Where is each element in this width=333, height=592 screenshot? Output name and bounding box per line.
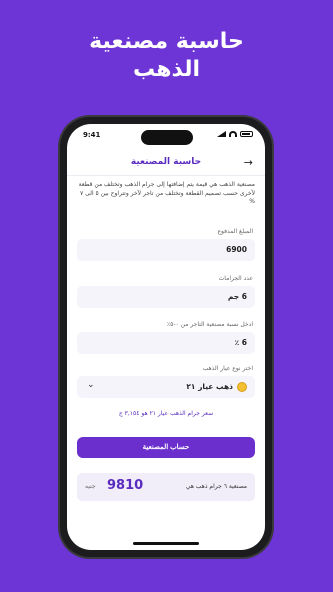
app-bar: حاسبة المصنعية → bbox=[67, 154, 265, 174]
result-unit: جنيه bbox=[85, 483, 96, 490]
page-title: حاسبة المصنعية bbox=[130, 157, 202, 167]
status-icons bbox=[217, 131, 253, 137]
back-arrow-icon[interactable]: → bbox=[244, 157, 253, 169]
status-bar: 9:41 bbox=[67, 124, 265, 146]
signal-icon bbox=[217, 131, 226, 137]
amount-label: المبلغ المدفوع bbox=[217, 228, 253, 235]
margin-field[interactable]: 6 ٪ bbox=[77, 332, 255, 354]
margin-value: 6 ٪ bbox=[234, 338, 247, 347]
margin-label: ادخل نسبة مصنعية التاجر من ٠-٥٪ bbox=[166, 321, 253, 328]
result-label: مصنعية ٦ جرام ذهب هي bbox=[185, 483, 247, 490]
result-box: مصنعية ٦ جرام ذهب هي 9810 جنيه bbox=[77, 473, 255, 501]
wifi-icon bbox=[229, 131, 237, 137]
grams-field[interactable]: 6 جم bbox=[77, 286, 255, 308]
karat-select[interactable]: ذهب عيار ٢١ ⌄ bbox=[77, 376, 255, 398]
promo-headline: حاسبة مصنعية الذهب bbox=[0, 28, 333, 84]
karat-value: ذهب عيار ٢١ bbox=[186, 382, 233, 391]
phone-frame: 9:41 حاسبة المصنعية → مصنعية الذهب هي قي… bbox=[60, 117, 272, 557]
dynamic-island bbox=[141, 130, 193, 145]
promo-headline-line2: الذهب bbox=[132, 57, 201, 82]
battery-icon bbox=[240, 131, 253, 137]
calculate-button[interactable]: حساب المصنعية bbox=[77, 437, 255, 458]
karat-label: اختر نوع عيار الذهب bbox=[202, 365, 253, 372]
description-text: مصنعية الذهب هي قيمة يتم إضافتها إلى جرا… bbox=[78, 181, 255, 205]
promo-headline-line1: حاسبة مصنعية bbox=[89, 29, 244, 54]
result-value: 9810 bbox=[107, 478, 144, 493]
gold-coin-icon bbox=[237, 382, 247, 392]
amount-field[interactable]: 6900 bbox=[77, 239, 255, 261]
grams-label: عدد الجرامات bbox=[218, 275, 253, 282]
status-time: 9:41 bbox=[83, 131, 101, 139]
home-indicator bbox=[133, 542, 199, 545]
app-bar-divider bbox=[67, 175, 265, 176]
phone-screen: 9:41 حاسبة المصنعية → مصنعية الذهب هي قي… bbox=[67, 124, 265, 550]
amount-value: 6900 bbox=[226, 245, 247, 254]
chevron-down-icon: ⌄ bbox=[87, 380, 95, 390]
grams-value: 6 جم bbox=[227, 292, 247, 301]
gold-rate-note: سعر جرام الذهب عيار ٢١ هو ٣,١٥٤ ج bbox=[118, 410, 214, 417]
